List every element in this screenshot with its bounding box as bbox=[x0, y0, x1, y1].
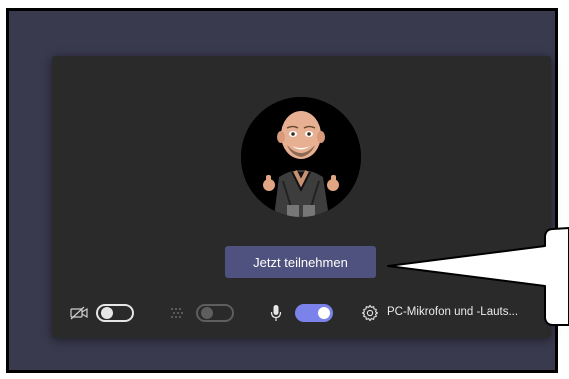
device-settings-label[interactable]: PC-Mikrofon und -Lauts... bbox=[387, 306, 518, 318]
microphone-toggle[interactable] bbox=[295, 304, 333, 322]
join-now-button[interactable]: Jetzt teilnehmen bbox=[225, 246, 376, 278]
bitmoji-avatar-image bbox=[241, 97, 361, 217]
microphone-toggle-knob bbox=[318, 307, 330, 319]
background-blur-icon bbox=[171, 308, 183, 318]
microphone-icon bbox=[270, 305, 282, 321]
user-avatar bbox=[241, 97, 361, 217]
background-effects-toggle-knob bbox=[201, 307, 213, 319]
background-effects-toggle[interactable] bbox=[196, 304, 234, 322]
gear-icon[interactable] bbox=[361, 304, 379, 322]
camera-off-icon bbox=[70, 306, 88, 320]
camera-toggle[interactable] bbox=[96, 304, 134, 322]
camera-toggle-knob bbox=[101, 307, 113, 319]
